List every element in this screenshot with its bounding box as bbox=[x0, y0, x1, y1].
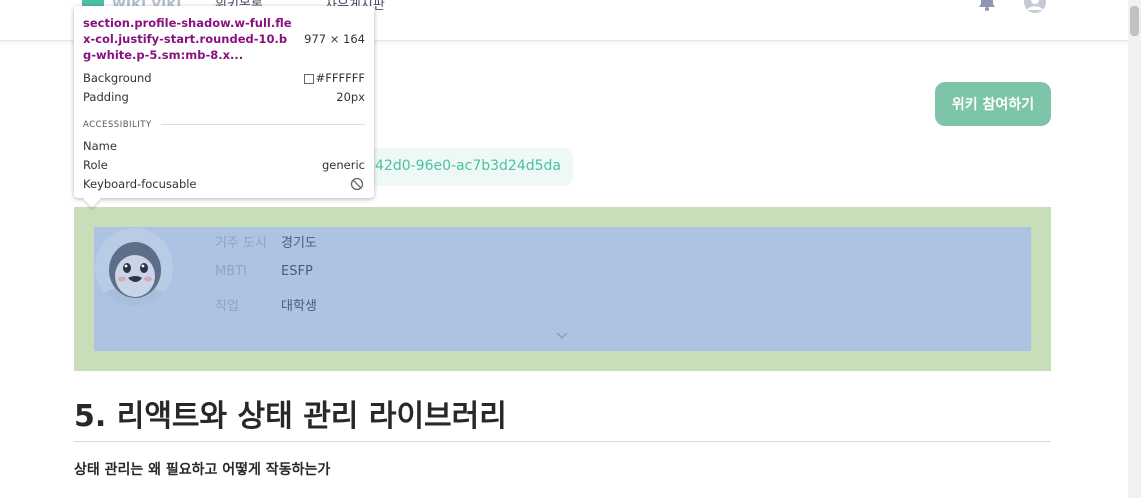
devtools-inspect-tooltip: section.profile-shadow.w-full.flex-col.j… bbox=[74, 6, 374, 208]
tooltip-role-label: Role bbox=[83, 158, 108, 172]
page-scrollbar[interactable] bbox=[1128, 0, 1141, 498]
wiki-link-text[interactable]: a-42d0-96e0-ac7b3d24d5da bbox=[361, 158, 561, 174]
tooltip-divider bbox=[161, 124, 365, 125]
sub-heading: 상태 관리는 왜 필요하고 어떻게 작동하는가 bbox=[74, 462, 331, 478]
not-focusable-icon bbox=[350, 177, 364, 191]
penguin-avatar-icon bbox=[95, 228, 173, 306]
tooltip-background-value: #FFFFFF bbox=[303, 71, 365, 85]
tooltip-accessibility-heading: ACCESSIBILITY bbox=[83, 120, 152, 130]
section-title: 5. 리액트와 상태 관리 라이브러리 bbox=[74, 399, 507, 434]
tooltip-role-value: generic bbox=[322, 158, 365, 172]
profile-value-city: 경기도 bbox=[281, 236, 317, 251]
tooltip-selector: section.profile-shadow.w-full.flex-col.j… bbox=[83, 16, 292, 62]
bell-icon[interactable] bbox=[978, 0, 996, 12]
tooltip-arrow bbox=[83, 190, 101, 208]
profile-content: 거주 도시 경기도 MBTI ESFP 직업 대학생 bbox=[94, 227, 1031, 351]
color-swatch-icon bbox=[303, 73, 314, 84]
user-avatar-icon[interactable] bbox=[1023, 0, 1047, 14]
profile-value-job: 대학생 bbox=[281, 299, 317, 314]
profile-label-mbti: MBTI bbox=[215, 264, 247, 279]
profile-avatar bbox=[95, 228, 173, 306]
chevron-down-icon[interactable] bbox=[555, 331, 569, 341]
tooltip-background-hex: #FFFFFF bbox=[315, 71, 365, 85]
tooltip-padding-value: 20px bbox=[336, 90, 365, 104]
profile-label-city: 거주 도시 bbox=[215, 236, 267, 251]
profile-value-mbti: ESFP bbox=[281, 264, 313, 279]
tooltip-padding-label: Padding bbox=[83, 90, 129, 104]
scrollbar-thumb[interactable] bbox=[1130, 6, 1139, 36]
profile-label-job: 직업 bbox=[215, 299, 239, 314]
tooltip-background-label: Background bbox=[83, 71, 152, 85]
join-wiki-button[interactable]: 위키 참여하기 bbox=[935, 82, 1051, 126]
tooltip-keyboard-label: Keyboard-focusable bbox=[83, 177, 197, 191]
tooltip-size: 977 × 164 bbox=[304, 32, 365, 46]
profile-section: 거주 도시 경기도 MBTI ESFP 직업 대학생 bbox=[74, 207, 1051, 371]
title-divider bbox=[74, 441, 1051, 442]
tooltip-name-label: Name bbox=[83, 139, 117, 153]
